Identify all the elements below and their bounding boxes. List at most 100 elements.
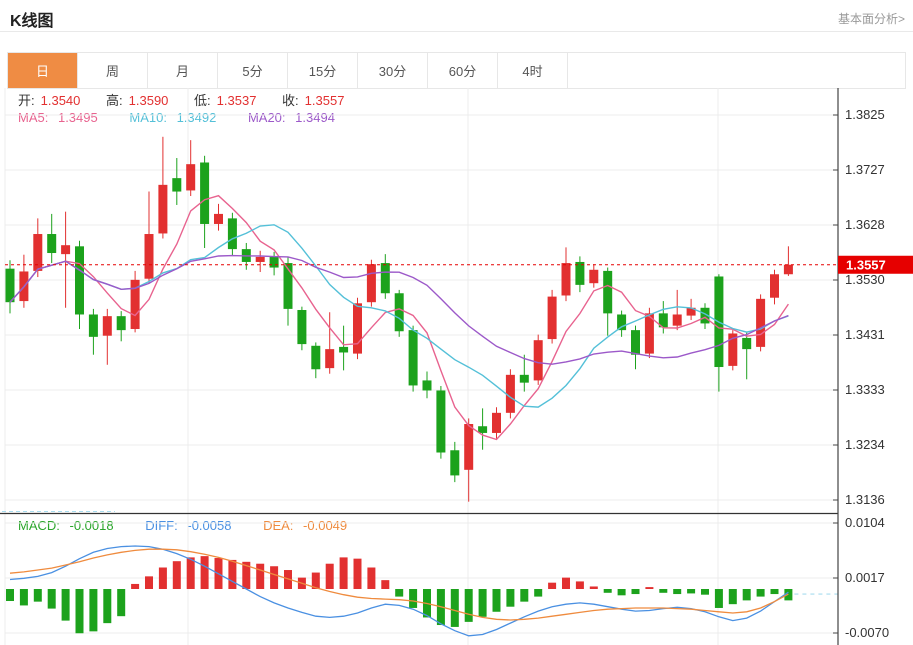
candles xyxy=(6,137,793,502)
candle xyxy=(784,246,793,276)
price-axis-label: 1.3825 xyxy=(845,107,885,122)
price-axis-label: 1.3333 xyxy=(845,382,885,397)
tab-period-5[interactable]: 30分 xyxy=(358,53,428,88)
macd-bar xyxy=(645,587,653,589)
fundamental-analysis-link[interactable]: 基本面分析> xyxy=(838,10,905,27)
candle xyxy=(548,290,557,344)
candle-body xyxy=(534,340,543,380)
candle-body xyxy=(464,424,473,470)
tab-period-2[interactable]: 月 xyxy=(148,53,218,88)
candle-body xyxy=(436,390,445,452)
kline-chart-svg: 1.38251.37271.36281.35301.34311.33331.32… xyxy=(0,88,913,645)
candle-body xyxy=(631,330,640,355)
macd-axis-label: 0.0104 xyxy=(845,515,885,530)
candle xyxy=(464,418,473,501)
candle-body xyxy=(450,450,459,475)
price-axis: 1.38251.37271.36281.35301.34311.33331.32… xyxy=(833,88,889,645)
candle xyxy=(6,260,15,313)
tab-period-6[interactable]: 60分 xyxy=(428,53,498,88)
tab-period-0[interactable]: 日 xyxy=(8,53,78,88)
candle xyxy=(172,158,181,205)
candle-body xyxy=(297,310,306,344)
candle xyxy=(214,204,223,231)
candle xyxy=(409,326,418,392)
macd-bar xyxy=(632,589,640,594)
candle-body xyxy=(200,162,209,223)
macd-bar xyxy=(103,589,111,623)
candle-body xyxy=(228,218,237,249)
candle-body xyxy=(784,265,793,274)
candle xyxy=(742,332,751,379)
macd-bar xyxy=(270,566,278,589)
candle xyxy=(103,309,112,365)
candle-body xyxy=(270,257,279,268)
macd-bar xyxy=(506,589,514,607)
macd-bar xyxy=(409,589,417,608)
macd-bar xyxy=(48,589,56,609)
candle xyxy=(756,294,765,351)
candle xyxy=(297,307,306,351)
macd-bar xyxy=(534,589,542,597)
candle-body xyxy=(33,234,42,271)
candle xyxy=(631,326,640,370)
macd-histogram xyxy=(6,556,792,633)
candle-body xyxy=(103,316,112,336)
candle-body xyxy=(589,270,598,283)
macd-bar xyxy=(659,589,667,593)
macd-bar xyxy=(326,564,334,589)
candle-body xyxy=(311,346,320,369)
macd-bar xyxy=(715,589,723,608)
macd-bar xyxy=(76,589,84,633)
candle xyxy=(770,270,779,305)
candle-body xyxy=(381,263,390,293)
candle-body xyxy=(756,299,765,347)
tab-period-3[interactable]: 5分 xyxy=(218,53,288,88)
macd-bar xyxy=(771,589,779,594)
macd-bar xyxy=(673,589,681,594)
candle-body xyxy=(6,269,15,303)
page-header: K线图 基本面分析> xyxy=(0,0,913,32)
macd-bar xyxy=(548,583,556,589)
candle xyxy=(19,255,28,308)
macd-axis-label: 0.0017 xyxy=(845,570,885,585)
macd-bar xyxy=(131,584,139,589)
candle-body xyxy=(214,214,223,224)
candle-body xyxy=(506,375,515,413)
tab-period-1[interactable]: 周 xyxy=(78,53,148,88)
candle xyxy=(423,371,432,398)
grid xyxy=(5,88,838,645)
candle xyxy=(395,290,404,337)
kline-page: K线图 基本面分析> 日周月5分15分30分60分4时 开:1.3540 高:1… xyxy=(0,0,913,645)
candle xyxy=(339,326,348,371)
candle-body xyxy=(548,297,557,339)
macd-bar xyxy=(493,589,501,612)
tab-period-4[interactable]: 15分 xyxy=(288,53,358,88)
candle-body xyxy=(75,246,84,314)
candle xyxy=(89,309,98,355)
macd-bar xyxy=(34,589,42,602)
macd-bar xyxy=(451,589,459,627)
macd-bar xyxy=(201,556,209,589)
macd-bar xyxy=(228,560,236,589)
candle-body xyxy=(562,263,571,295)
candle xyxy=(575,256,584,292)
candle xyxy=(659,301,668,333)
candle xyxy=(117,311,126,341)
candle-body xyxy=(117,316,126,330)
candle xyxy=(381,254,390,299)
candle-body xyxy=(673,314,682,325)
candle-body xyxy=(89,314,98,336)
candle-body xyxy=(158,185,167,234)
candle xyxy=(367,260,376,307)
macd-bar xyxy=(604,589,612,593)
candle-body xyxy=(353,303,362,353)
candle-body xyxy=(409,330,418,385)
candle-body xyxy=(492,413,501,433)
price-axis-label: 1.3628 xyxy=(845,217,885,232)
macd-bar xyxy=(576,581,584,589)
macd-bar xyxy=(687,589,695,593)
candle xyxy=(158,137,167,239)
tab-period-7[interactable]: 4时 xyxy=(498,53,568,88)
candle xyxy=(589,264,598,287)
macd-bar xyxy=(20,589,28,605)
